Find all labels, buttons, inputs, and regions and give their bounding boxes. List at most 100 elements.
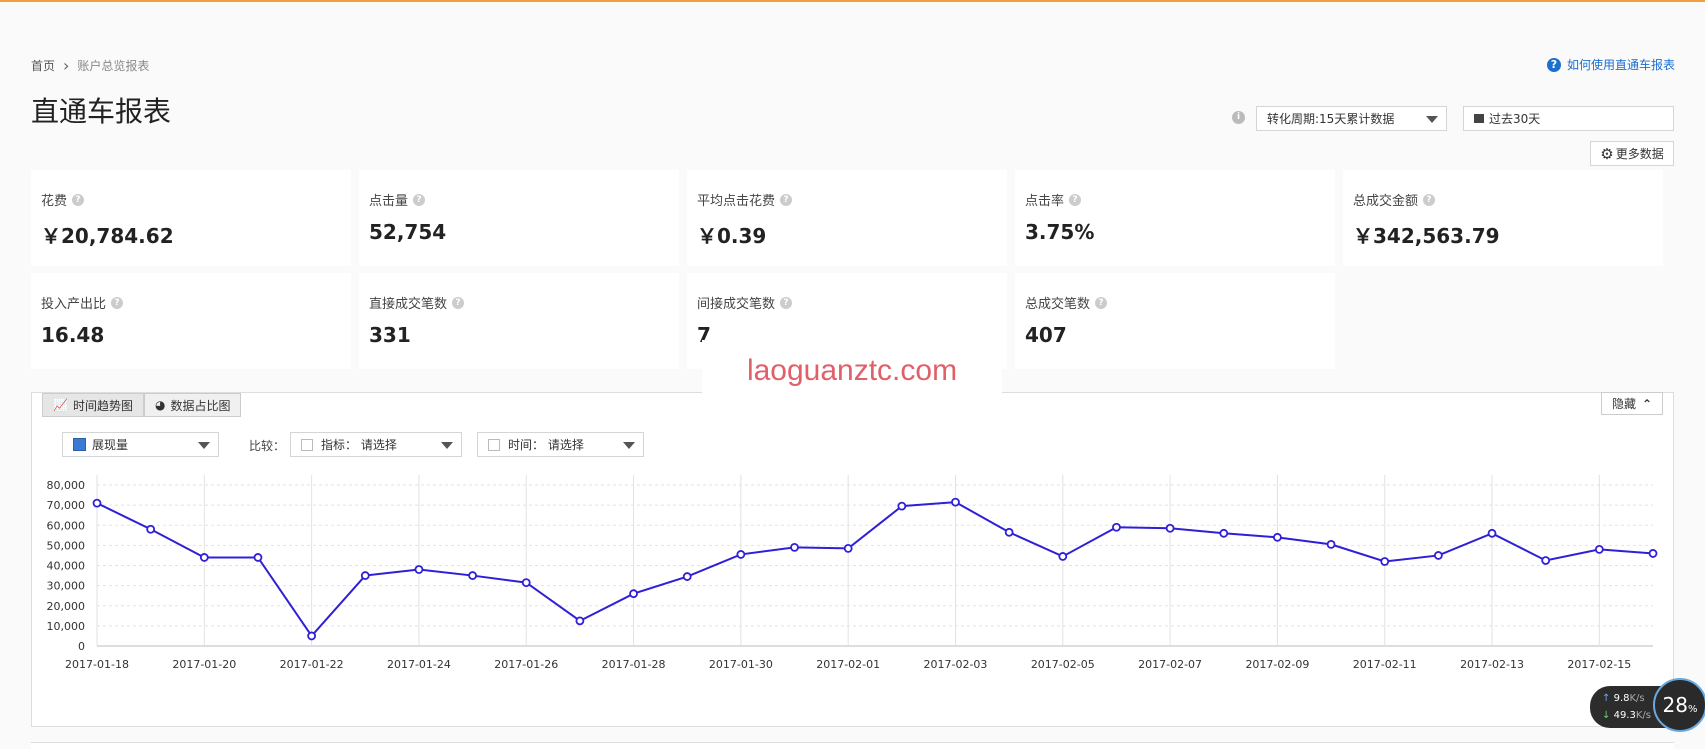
data-point — [1648, 549, 1658, 558]
x-tick-label: 2017-02-01 — [816, 658, 880, 671]
help-icon[interactable]: ? — [780, 193, 793, 206]
memory-usage-unit: % — [1687, 704, 1698, 715]
metric-label: 平均点击花费 — [697, 194, 776, 209]
breadcrumb-home[interactable]: 首页 — [31, 57, 55, 74]
metric-card-roi: 投入产出比? 16.48 — [31, 273, 351, 369]
caret-down-icon — [623, 441, 635, 449]
metric-card-direct-orders: 直接成交笔数? 331 — [359, 273, 679, 369]
more-data-button[interactable]: ⚙ 更多数据 — [1590, 141, 1674, 166]
download-arrow-icon: ↓ — [1602, 710, 1611, 721]
data-point — [1273, 532, 1282, 542]
metric-label: 直接成交笔数 — [369, 297, 448, 312]
tab-time-trend-label: 时间趋势图 — [72, 398, 133, 413]
chevron-up-icon: ⌃ — [1641, 396, 1653, 411]
series-line — [96, 501, 1654, 638]
compare-time-checkbox[interactable] — [488, 438, 500, 451]
help-icon[interactable]: ? — [111, 296, 124, 309]
x-tick-label: 2017-01-20 — [172, 658, 236, 671]
chevron-right-icon: › — [63, 55, 70, 75]
data-point — [92, 498, 102, 508]
more-data-label: 更多数据 — [1615, 147, 1664, 161]
download-speed: ↓ 49.3K/s — [1602, 710, 1651, 721]
help-icon[interactable]: ? — [1069, 193, 1082, 206]
data-point — [414, 565, 424, 574]
y-tick-label: 80,000 — [47, 479, 86, 492]
date-range-select[interactable]: 过去30天 — [1463, 106, 1674, 131]
tab-time-trend[interactable]: 📈 时间趋势图 — [42, 393, 144, 417]
download-speed-value: 49.3 — [1613, 710, 1636, 721]
metric-label: 总成交笔数 — [1025, 297, 1091, 312]
data-point — [1380, 557, 1390, 566]
data-point — [468, 571, 477, 580]
metric-card-ctr: 点击率? 3.75% — [1015, 170, 1335, 266]
y-tick-label: 20,000 — [47, 600, 86, 613]
metric-label: 投入产出比 — [41, 297, 107, 312]
hide-chart-button[interactable]: 隐藏 ⌃ — [1601, 392, 1663, 415]
breadcrumb-current: 账户总览报表 — [77, 59, 150, 73]
date-range-value: 过去30天 — [1489, 112, 1541, 126]
data-point — [629, 589, 638, 599]
compare-label: 比较： — [249, 439, 286, 453]
data-point — [843, 543, 853, 553]
x-tick-label: 2017-02-13 — [1460, 658, 1524, 671]
y-tick-label: 0 — [78, 640, 85, 653]
hide-label: 隐藏 — [1611, 397, 1636, 411]
help-icon[interactable]: ? — [413, 193, 426, 206]
x-tick-label: 2017-01-30 — [709, 658, 773, 671]
x-tick-label: 2017-02-11 — [1353, 658, 1417, 671]
conversion-period-value: 转化周期:15天累计数据 — [1267, 112, 1395, 126]
compare-metric-select[interactable]: 指标： 请选择 — [290, 432, 462, 457]
tab-data-share[interactable]: ◕ 数据占比图 — [143, 393, 242, 417]
caret-down-icon — [1426, 115, 1438, 123]
compare-time-select[interactable]: 时间： 请选择 — [477, 432, 644, 457]
download-speed-unit: K/s — [1635, 710, 1651, 721]
data-point — [521, 578, 531, 588]
metric-value: ￥0.39 — [697, 224, 767, 248]
metric-value: 3.75% — [1025, 220, 1095, 244]
data-point — [897, 501, 907, 511]
chart-tabs: 📈 时间趋势图 ◕ 数据占比图 — [42, 393, 242, 417]
info-icon[interactable]: i — [1232, 111, 1245, 124]
caret-down-icon — [441, 441, 453, 449]
data-point — [199, 553, 209, 562]
watermark-text: laoguanztc.com — [746, 354, 958, 387]
help-icon[interactable]: ? — [72, 193, 85, 206]
help-link[interactable]: ? 如何使用直通车报表 — [1546, 56, 1675, 73]
help-icon[interactable]: ? — [452, 296, 465, 309]
x-tick-label: 2017-02-05 — [1031, 658, 1095, 671]
metric-value: 407 — [1025, 323, 1067, 347]
x-tick-label: 2017-01-26 — [494, 658, 558, 671]
pie-chart-icon: ◕ — [154, 398, 166, 412]
memory-usage-circle[interactable]: 28% — [1653, 678, 1705, 732]
data-point — [1326, 539, 1336, 549]
metric-card-total-sales: 总成交金额? ￥342,563.79 — [1343, 170, 1663, 266]
help-icon[interactable]: ? — [1423, 193, 1436, 206]
help-icon[interactable]: ? — [780, 296, 793, 309]
metric-label: 间接成交笔数 — [697, 297, 776, 312]
metric-label: 点击率 — [1025, 194, 1065, 209]
compare-metric-value: 指标： 请选择 — [321, 438, 397, 452]
memory-usage-value: 28 — [1662, 693, 1688, 717]
data-point — [146, 524, 156, 534]
data-point — [790, 542, 799, 552]
line-chart-icon: 📈 — [53, 398, 68, 412]
metric-card-total-orders: 总成交笔数? 407 — [1015, 273, 1335, 369]
gear-icon: ⚙ — [1600, 144, 1614, 163]
tab-data-share-label: 数据占比图 — [170, 398, 231, 413]
chart-metric-select[interactable]: 展现量 — [62, 432, 219, 457]
chart-metric-value: 展现量 — [92, 438, 129, 452]
y-tick-label: 50,000 — [47, 539, 86, 552]
upload-speed-unit: K/s — [1629, 693, 1645, 704]
x-tick-label: 2017-01-18 — [65, 658, 129, 671]
conversion-period-select[interactable]: 转化周期:15天累计数据 — [1256, 106, 1447, 131]
data-point — [1058, 552, 1068, 561]
metric-label: 总成交金额 — [1353, 194, 1419, 209]
data-point — [1433, 551, 1443, 560]
data-point — [682, 572, 692, 581]
x-tick-label: 2017-01-22 — [280, 658, 344, 671]
help-link-label: 如何使用直通车报表 — [1566, 58, 1675, 72]
help-icon[interactable]: ? — [1095, 296, 1108, 309]
x-tick-label: 2017-02-15 — [1567, 658, 1631, 671]
compare-metric-checkbox[interactable] — [301, 438, 313, 451]
metric-value: 52,754 — [369, 220, 447, 244]
